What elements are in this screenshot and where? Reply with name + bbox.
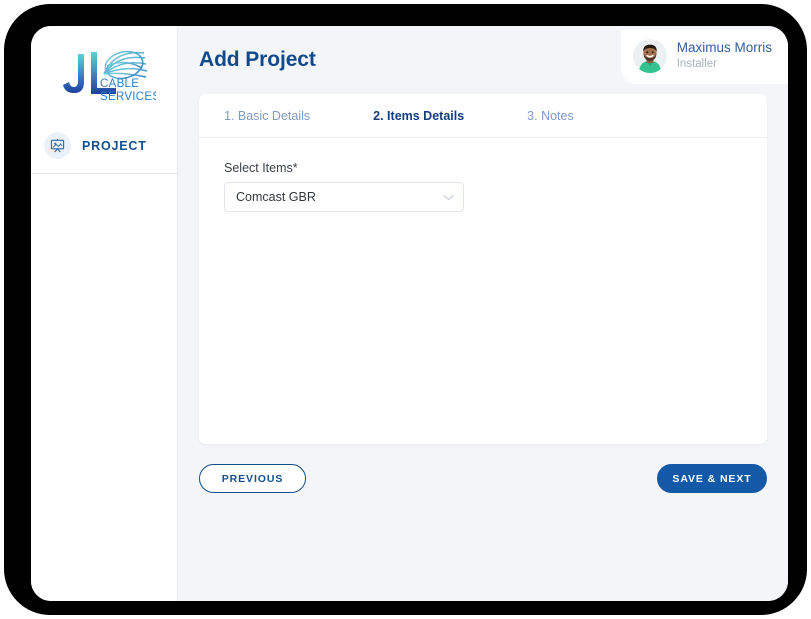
user-role: Installer xyxy=(676,57,718,70)
device-bezel: CABLE SERVICES PROJECT Add Project Maxim… xyxy=(4,4,807,615)
card-footer: PREVIOUS SAVE & NEXT xyxy=(199,464,767,493)
save-next-button[interactable]: SAVE & NEXT xyxy=(657,464,767,493)
tab-basic-details[interactable]: 1. Basic Details xyxy=(224,109,310,123)
user-avatar-photo xyxy=(632,39,667,73)
form-body: Select Items* Comcast GBR xyxy=(199,138,767,212)
select-items-label: Select Items* xyxy=(224,161,298,175)
tab-notes[interactable]: 3. Notes xyxy=(527,109,574,123)
sidebar: CABLE SERVICES PROJECT xyxy=(31,26,178,601)
sidebar-divider xyxy=(31,173,177,174)
select-items-value: Comcast GBR xyxy=(236,190,316,204)
main-content: Add Project Maximus Morris Installer 1. … xyxy=(178,26,788,601)
wizard-tab-bar: 1. Basic Details 2. Items Details 3. Not… xyxy=(199,94,767,138)
page-title: Add Project xyxy=(199,48,316,71)
avatar xyxy=(632,39,667,73)
svg-text:CABLE: CABLE xyxy=(100,78,139,90)
brand-logo: CABLE SERVICES xyxy=(31,26,177,122)
sidebar-item-project[interactable]: PROJECT xyxy=(31,122,177,169)
previous-button[interactable]: PREVIOUS xyxy=(199,464,306,493)
select-items-dropdown[interactable]: Comcast GBR xyxy=(224,182,464,212)
user-info: Maximus Morris Installer xyxy=(677,40,772,72)
user-profile-chip[interactable]: Maximus Morris Installer xyxy=(620,30,788,84)
app-screen: CABLE SERVICES PROJECT Add Project Maxim… xyxy=(31,26,788,601)
user-name: Maximus Morris xyxy=(676,40,772,56)
svg-text:SERVICES: SERVICES xyxy=(100,91,156,103)
add-project-card: 1. Basic Details 2. Items Details 3. Not… xyxy=(199,94,767,444)
jl-cable-services-logo-icon: CABLE SERVICES xyxy=(63,50,156,103)
chevron-down-icon xyxy=(443,188,454,206)
sidebar-item-label: PROJECT xyxy=(82,138,147,153)
tab-items-details[interactable]: 2. Items Details xyxy=(373,109,464,123)
page-header: Add Project Maximus Morris Installer xyxy=(199,26,788,94)
presentation-board-icon xyxy=(44,132,71,159)
